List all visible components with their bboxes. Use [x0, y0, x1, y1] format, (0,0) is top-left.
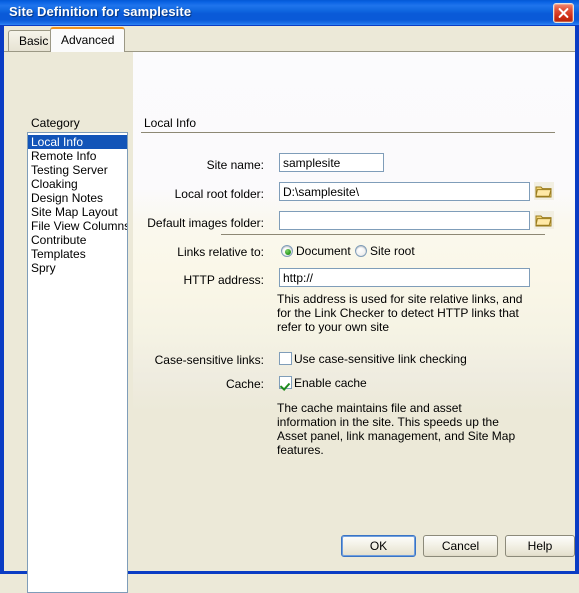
- radio-document-label: Document: [296, 244, 351, 258]
- site-name-label: Site name:: [206, 158, 264, 172]
- radio-document[interactable]: Document: [281, 244, 351, 258]
- sidebar-item-spry[interactable]: Spry: [28, 261, 127, 275]
- sidebar-item-file-view-columns[interactable]: File View Columns: [28, 219, 127, 233]
- folder-icon[interactable]: [534, 211, 554, 229]
- radio-site-root-indicator: [355, 245, 367, 257]
- radio-document-indicator: [281, 245, 293, 257]
- enable-cache-checkbox[interactable]: Enable cache: [279, 376, 367, 390]
- sidebar-item-contribute[interactable]: Contribute: [28, 233, 127, 247]
- sidebar-item-local-info[interactable]: Local Info: [28, 135, 127, 149]
- cache-label: Cache:: [225, 377, 264, 391]
- site-name-input[interactable]: [279, 153, 384, 172]
- checkbox-indicator: [279, 376, 292, 389]
- radio-site-root[interactable]: Site root: [355, 244, 415, 258]
- sidebar-item-site-map-layout[interactable]: Site Map Layout: [28, 205, 127, 219]
- dialog-window: Site Definition for samplesite Basic Adv…: [0, 0, 579, 593]
- window-border-right: [575, 26, 579, 574]
- cache-help-text: The cache maintains file and asset infor…: [277, 401, 516, 457]
- category-list[interactable]: Local Info Remote Info Testing Server Cl…: [27, 132, 128, 593]
- help-button[interactable]: Help: [505, 535, 575, 557]
- tab-advanced[interactable]: Advanced: [50, 27, 126, 52]
- case-sensitive-links-label: Case-sensitive links:: [154, 353, 264, 367]
- title-bar[interactable]: Site Definition for samplesite: [0, 0, 579, 26]
- sidebar-item-design-notes[interactable]: Design Notes: [28, 191, 127, 205]
- ok-button[interactable]: OK: [341, 535, 416, 557]
- cancel-button[interactable]: Cancel: [423, 535, 498, 557]
- close-icon[interactable]: [553, 3, 574, 23]
- case-sensitive-links-checkbox-label: Use case-sensitive link checking: [294, 352, 467, 366]
- category-heading: Category: [31, 116, 80, 130]
- http-address-input[interactable]: [279, 268, 530, 287]
- sidebar-item-testing-server[interactable]: Testing Server: [28, 163, 127, 177]
- local-root-folder-input[interactable]: [279, 182, 530, 201]
- window-title: Site Definition for samplesite: [9, 4, 192, 19]
- case-sensitive-links-checkbox[interactable]: Use case-sensitive link checking: [279, 352, 467, 366]
- default-images-folder-label: Default images folder:: [147, 216, 264, 230]
- enable-cache-checkbox-label: Enable cache: [294, 376, 367, 390]
- http-address-label: HTTP address:: [183, 273, 264, 287]
- radio-site-root-label: Site root: [370, 244, 415, 258]
- sidebar-item-remote-info[interactable]: Remote Info: [28, 149, 127, 163]
- section-title: Local Info: [144, 116, 197, 130]
- http-address-help-text: This address is used for site relative l…: [277, 292, 523, 334]
- local-root-folder-label: Local root folder:: [174, 187, 264, 201]
- default-images-folder-input[interactable]: [279, 211, 530, 230]
- folder-icon[interactable]: [534, 182, 554, 200]
- sidebar-item-cloaking[interactable]: Cloaking: [28, 177, 127, 191]
- section-divider: [141, 132, 555, 133]
- sidebar-item-templates[interactable]: Templates: [28, 247, 127, 261]
- form-divider: [221, 234, 545, 235]
- tab-strip: Basic Advanced: [4, 26, 575, 52]
- links-relative-to-label: Links relative to:: [177, 245, 264, 259]
- dialog-panel-inner: Category Local Info Remote Info Testing …: [4, 52, 575, 593]
- checkbox-indicator: [279, 352, 292, 365]
- dialog-panel: Category Local Info Remote Info Testing …: [4, 51, 575, 593]
